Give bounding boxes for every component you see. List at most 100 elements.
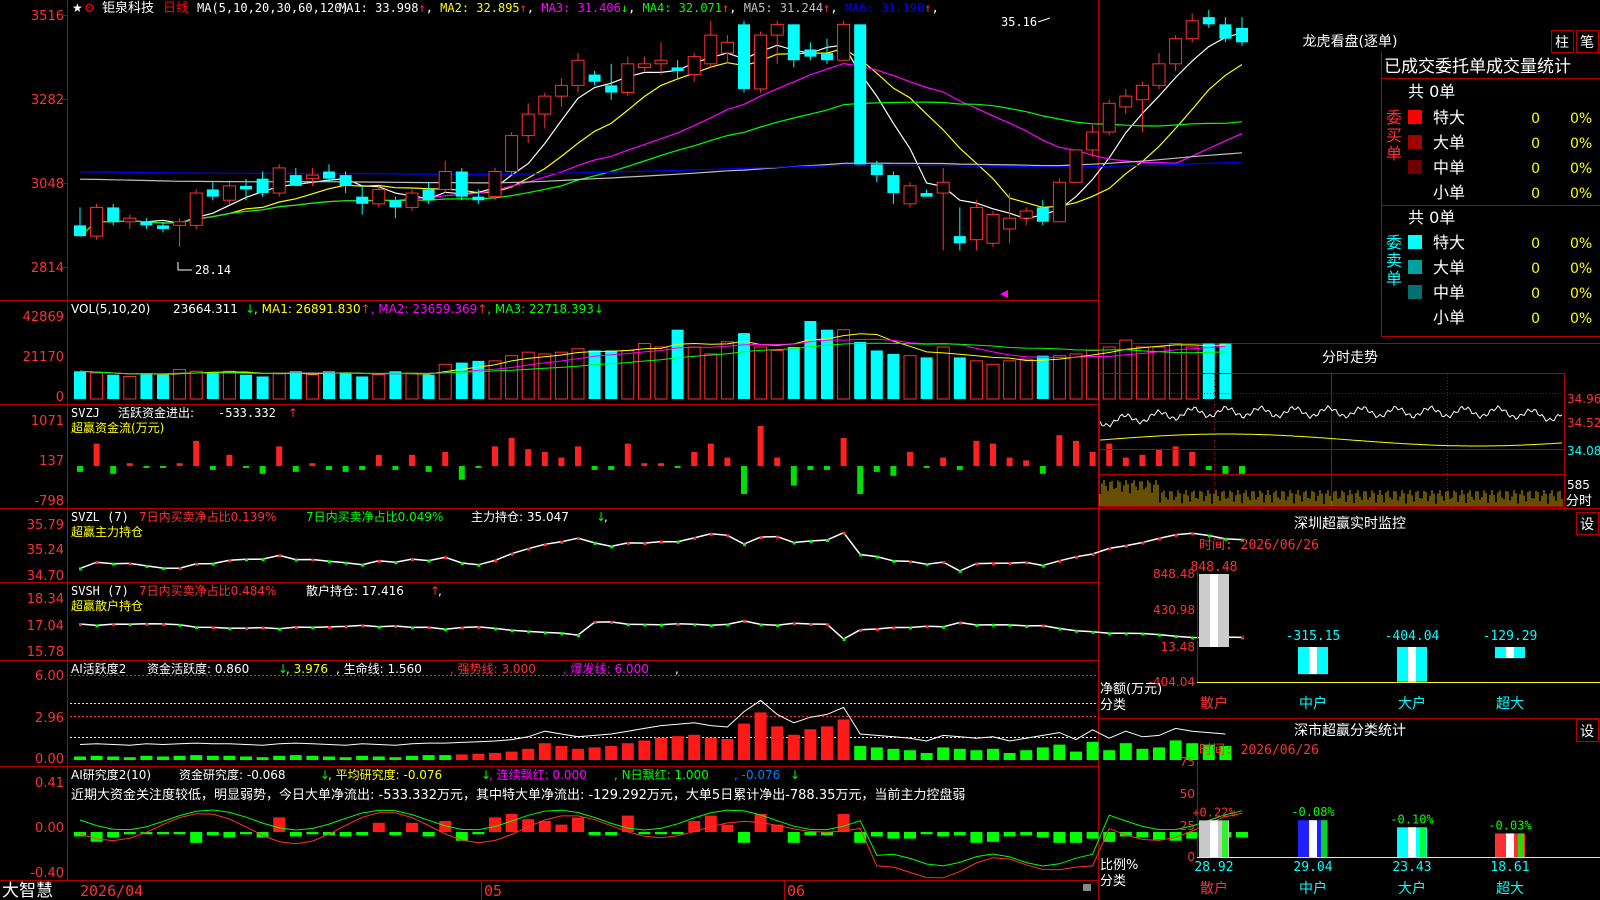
candle-body: [74, 225, 86, 237]
volume-bar: [339, 373, 352, 399]
stat-header: 已成交委托单成交量统计: [1384, 57, 1571, 77]
svzl-point: [577, 537, 580, 541]
svzl-point: [1141, 541, 1145, 545]
svzj-arrow: ↑: [288, 406, 298, 420]
svzj-bar: [624, 443, 631, 466]
ai-research-streak: , 连续飘红: 0.000: [489, 767, 587, 782]
svsh-point: [261, 626, 265, 630]
sc-bar-highlight: [1309, 820, 1317, 857]
ai-research-bar: [505, 814, 518, 832]
app-brand: 大智慧: [2, 881, 53, 900]
sc-bar-edge: [1518, 833, 1524, 857]
volume-bar: [903, 355, 917, 400]
sz-bar-label: 848.48: [1191, 560, 1238, 575]
sell-row-count: 0: [1531, 311, 1540, 327]
svsh-axis-label: 18.34: [27, 592, 64, 607]
volume-bar: [256, 376, 269, 399]
svzl-point: [942, 561, 946, 565]
sell-row-label: 中单: [1433, 283, 1465, 302]
sc-bar-highlight: [1408, 827, 1416, 857]
sz-category: 大户: [1398, 695, 1426, 712]
ai-research-bar: [1153, 832, 1165, 840]
date-label: 05: [484, 882, 502, 900]
svzj-name: SVZJ: [71, 406, 100, 420]
svsh-point: [709, 624, 713, 628]
ai2-lifeline: , 生命线: 1.560: [336, 661, 422, 676]
svzl-point: [1158, 537, 1161, 541]
ai2-bar: [937, 747, 950, 760]
candle-body: [1202, 17, 1215, 25]
svzl-point: [610, 545, 614, 549]
main-chart-svg: ★ ⚙ 钜泉科技 日线 MA(5,10,20,30,60,120) MA1: 3…: [0, 0, 1600, 900]
candle-body: [521, 113, 535, 137]
svsh-point: [809, 623, 813, 626]
sc-title: 深市超赢分类统计: [1294, 722, 1406, 739]
shenzhen-monitor-panel: 深圳超赢实时监控 设 时间: 2026/06/26 848.48 430.98 …: [1100, 512, 1600, 713]
buy-row-pct: 0%: [1570, 136, 1592, 152]
sell-row-label: 特大: [1433, 233, 1465, 252]
ai-research-bar: [638, 832, 651, 835]
volume-bar: [605, 350, 618, 399]
svsh-point: [328, 625, 331, 629]
svzl-point: [759, 536, 763, 540]
svzj-bar: [956, 466, 963, 470]
svzj-bar: [375, 454, 382, 466]
svzj-bar: [458, 466, 465, 480]
lock-icon[interactable]: [1083, 884, 1091, 891]
svzl-point: [1075, 555, 1078, 559]
ma-arrow: ↑: [722, 1, 729, 15]
ai2-bar: [1086, 741, 1099, 760]
candle-body: [140, 221, 153, 226]
ai2-bar: [1036, 747, 1049, 760]
settings-icon[interactable]: ⚙: [84, 1, 95, 15]
ai2-axis-label: 6.00: [35, 669, 64, 684]
candle-body: [1052, 181, 1066, 223]
sell-side-char: 单: [1386, 269, 1402, 288]
sell-total: 共 0单: [1408, 208, 1455, 227]
svzl-point: [1008, 562, 1012, 566]
buy-row-count: 0: [1531, 186, 1540, 202]
date-label: 06: [787, 882, 805, 900]
sc-xlabel: 分类: [1100, 874, 1126, 889]
sz-bar-highlight: [1210, 574, 1218, 647]
svsh-point: [1041, 624, 1045, 628]
intraday-volume-unit: 分时: [1566, 494, 1592, 509]
ai-research-bar: [970, 832, 983, 843]
intraday-axis: 34.96 34.52 34.08 585 分时: [1566, 392, 1600, 509]
volume-bar: [405, 372, 419, 400]
candle-body: [804, 49, 817, 57]
sz-bar-label: -315.15: [1286, 629, 1341, 644]
ma-arrow: ↑: [924, 1, 931, 15]
svsh-point: [792, 622, 796, 626]
svsh-point: [278, 627, 282, 631]
svsh-point: [228, 627, 232, 631]
sz-bar-highlight: [1506, 647, 1514, 659]
ai2-bar: [1136, 748, 1149, 760]
ai2-bar: [854, 746, 867, 760]
ai-research-axis-label: 0.41: [35, 776, 64, 791]
svzj-desc: 活跃资金进出:: [118, 405, 194, 420]
svzl-point: [145, 564, 149, 568]
sz-axis-label: 430.98: [1153, 603, 1195, 617]
candle-body: [671, 67, 684, 71]
stock-period[interactable]: 日线: [163, 1, 189, 16]
star-icon[interactable]: ★: [72, 1, 83, 15]
volume-bar: [1052, 355, 1066, 400]
separator: ,: [628, 1, 642, 15]
separator: ,: [932, 1, 939, 15]
buy-row-label: 小单: [1433, 183, 1465, 202]
ai2-bar: [90, 755, 103, 760]
ai2-bar: [1153, 747, 1165, 760]
sc-bars: +0.22% 28.92 散户 -0.08% 29.04 中户 -0.10% 23.43 大户 -…: [1192, 805, 1532, 897]
ai2-bar: [987, 748, 999, 760]
intraday-axis-label: 34.96: [1567, 392, 1600, 406]
ai2-bar: [721, 739, 734, 760]
ai2-bar: [140, 755, 153, 760]
ai2-burst: , 爆发线: 6.000: [563, 661, 649, 676]
sz-xlabel: 分类: [1100, 698, 1126, 713]
volume-bar: [1069, 353, 1083, 400]
svzj-bar: [193, 440, 200, 466]
sc-axis-label: 25: [1180, 819, 1195, 833]
ai-research-bar: [704, 815, 717, 832]
svsh-name: SVSH (7): [71, 584, 129, 598]
